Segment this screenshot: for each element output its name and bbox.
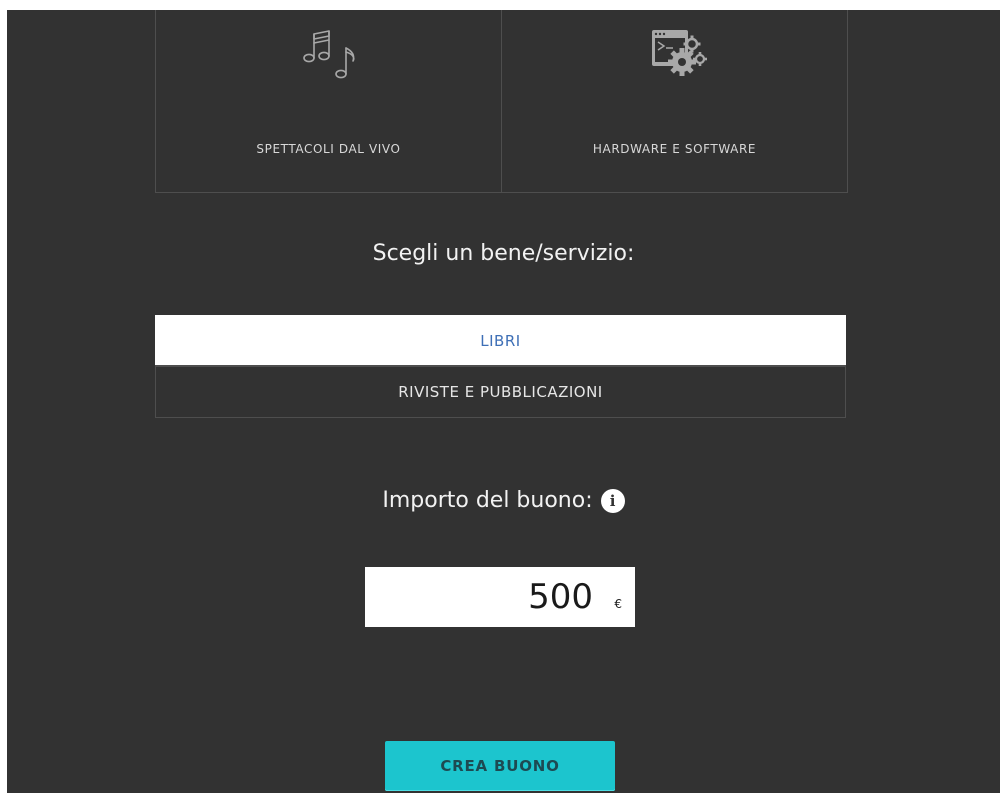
software-gears-icon xyxy=(635,18,715,88)
category-card-hardware-software[interactable]: HARDWARE E SOFTWARE xyxy=(501,10,847,192)
category-cards: SPETTACOLI DAL VIVO HARDWARE E SOFTWARE xyxy=(155,10,848,193)
option-riviste-pubblicazioni[interactable]: RIVISTE E PUBBLICAZIONI xyxy=(155,365,846,418)
option-libri[interactable]: LIBRI xyxy=(155,315,846,365)
category-label: HARDWARE E SOFTWARE xyxy=(592,142,757,156)
voucher-panel: SPETTACOLI DAL VIVO HARDWARE E SOFTWARE … xyxy=(7,10,1000,793)
music-notes-icon xyxy=(289,18,369,88)
amount-heading-label: Importo del buono: xyxy=(382,488,593,513)
amount-heading: Importo del buono: i xyxy=(7,488,1000,513)
info-icon[interactable]: i xyxy=(600,488,625,513)
amount-input[interactable] xyxy=(391,573,595,621)
create-voucher-button[interactable]: CREA BUONO xyxy=(385,741,615,791)
category-card-live-shows[interactable]: SPETTACOLI DAL VIVO xyxy=(156,10,501,192)
category-label: SPETTACOLI DAL VIVO xyxy=(256,142,401,156)
goods-heading: Scegli un bene/servizio: xyxy=(372,241,635,266)
goods-options-list: LIBRI RIVISTE E PUBBLICAZIONI xyxy=(155,315,846,418)
amount-field: € xyxy=(365,567,635,627)
currency-symbol: € xyxy=(614,597,622,611)
